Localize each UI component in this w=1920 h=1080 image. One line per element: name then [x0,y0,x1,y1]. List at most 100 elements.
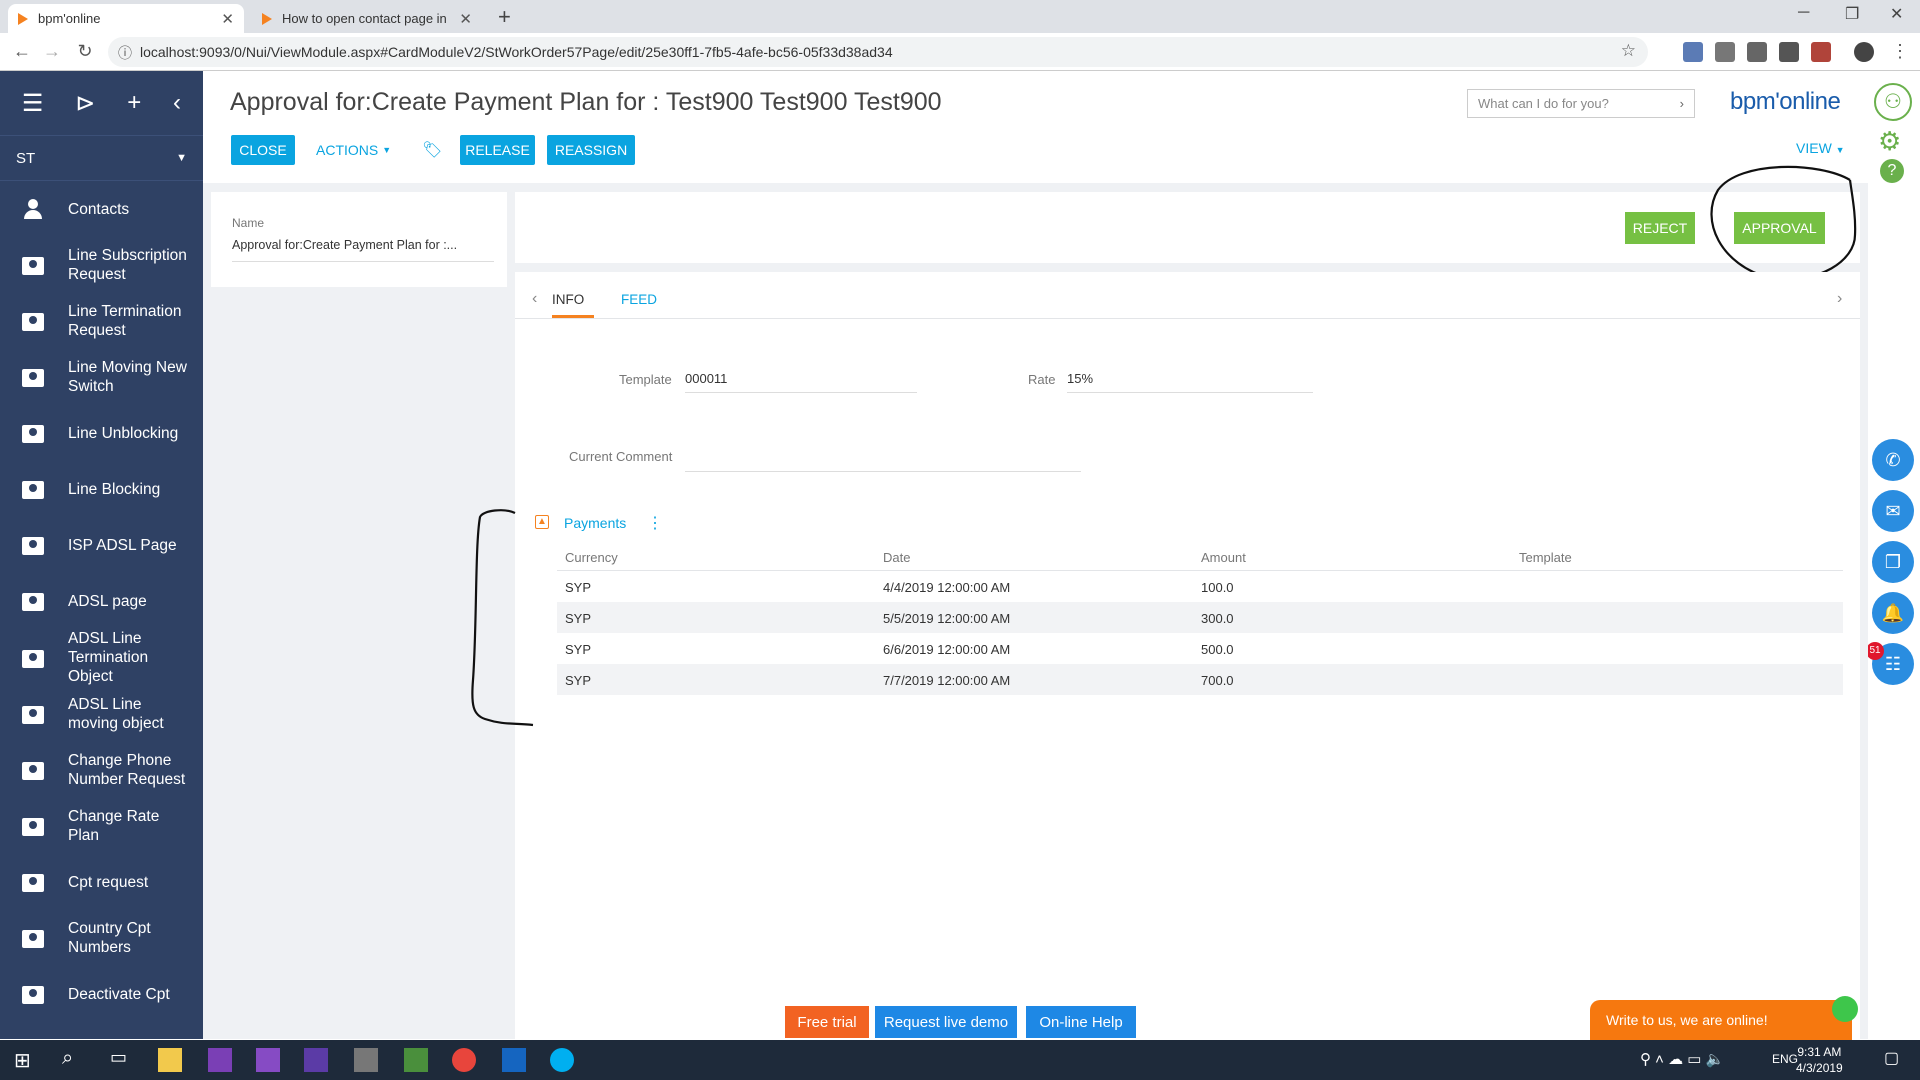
column-header-date[interactable]: Date [883,550,910,565]
collapse-chevron-icon[interactable]: ‹ [173,89,181,117]
payments-detail-title[interactable]: Payments [564,515,626,531]
tabs-scroll-left-icon[interactable]: ‹ [532,290,537,308]
online-help-button[interactable]: On-line Help [1026,1006,1136,1038]
sidebar-item[interactable]: ADSL page [0,573,203,629]
sidebar-item[interactable]: ADSL Line moving object [0,686,203,742]
sidebar-item[interactable]: Deactivate Cpt [0,966,203,1022]
bookmark-star-icon[interactable]: ☆ [1621,41,1636,61]
browser-tab-bpmonline[interactable]: bpm'online ✕ [8,4,244,33]
close-tab-icon[interactable]: ✕ [221,10,234,28]
reassign-button[interactable]: REASSIGN [547,135,635,165]
browser-tab-help[interactable]: How to open contact page in Edi ✕ [252,4,482,33]
add-icon[interactable]: + [127,89,141,117]
url-field[interactable]: ⓘ localhost:9093/0/Nui/ViewModule.aspx#C… [108,37,1648,67]
onenote-icon[interactable] [208,1048,232,1072]
hamburger-menu-icon[interactable]: ☰ [22,89,44,118]
command-line-input[interactable]: What can I do for you? › [1467,89,1695,118]
view-dropdown[interactable]: VIEW ▼ [1796,140,1845,156]
sidebar-item[interactable]: Change Phone Number Request [0,742,203,798]
template-field[interactable]: 000011 [685,371,917,393]
rate-field[interactable]: 15% [1067,371,1313,393]
sidebar-item-label: ISP ADSL Page [68,536,177,554]
release-button[interactable]: RELEASE [460,135,535,165]
table-row[interactable]: SYP 5/5/2019 12:00:00 AM 300.0 [557,602,1843,633]
reject-button[interactable]: REJECT [1625,212,1695,244]
sidebar-item[interactable]: Contacts [0,181,203,237]
bell-notification-icon[interactable]: 🔔 [1872,592,1914,634]
extension-icon[interactable] [1715,42,1735,62]
request-demo-button[interactable]: Request live demo [875,1006,1017,1038]
close-window-icon[interactable]: ✕ [1890,4,1903,24]
table-row[interactable]: SYP 4/4/2019 12:00:00 AM 100.0 [557,571,1843,602]
sidebar-item[interactable]: Line Moving New Switch [0,349,203,405]
visual-studio-code-icon[interactable] [304,1048,328,1072]
close-button[interactable]: CLOSE [231,135,295,165]
extension-icon[interactable] [1747,42,1767,62]
tabs-scroll-right-icon[interactable]: › [1837,290,1842,308]
sidebar-item[interactable]: Line Blocking [0,461,203,517]
phone-icon[interactable]: ✆ [1872,439,1914,481]
sidebar-item[interactable]: Country Cpt Numbers [0,910,203,966]
extension-icon[interactable] [1779,42,1799,62]
table-cell: 500.0 [1201,642,1234,657]
action-center-icon[interactable]: ▢ [1884,1048,1899,1068]
column-header-template[interactable]: Template [1519,550,1572,565]
workspace-select[interactable]: ST ▼ [0,135,203,181]
extension-icon[interactable] [1683,42,1703,62]
extension-icon[interactable] [1811,42,1831,62]
info-icon[interactable]: ⓘ [118,43,132,63]
system-clock[interactable]: 9:31 AM 4/3/2019 [1796,1044,1843,1076]
online-chat-widget[interactable]: Write to us, we are online! [1590,996,1858,1040]
sidebar-item[interactable]: Line Termination Request [0,293,203,349]
forward-arrow-icon[interactable]: → [40,41,64,62]
outlook-icon[interactable] [502,1048,526,1072]
chrome-icon[interactable] [452,1048,476,1072]
restore-window-icon[interactable]: ❐ [1845,4,1859,24]
detail-menu-icon[interactable]: ⋮ [647,513,663,533]
tag-icon[interactable]: 🏷 [422,140,442,160]
system-tray-icons[interactable]: ⚲ ˄ ☁ ▭ 🔈 [1640,1050,1724,1068]
task-view-icon[interactable]: ▭ [110,1047,127,1068]
tab-info[interactable]: INFO [552,292,584,307]
settings-gear-icon[interactable]: ⚙ [1878,126,1901,157]
user-profile-icon[interactable]: ⚇ [1874,83,1912,121]
table-cell: 700.0 [1201,673,1234,688]
file-explorer-icon[interactable] [158,1048,182,1072]
visual-studio-icon[interactable] [256,1048,280,1072]
table-row[interactable]: SYP 7/7/2019 12:00:00 AM 700.0 [557,664,1843,695]
skype-icon[interactable] [550,1048,574,1072]
help-question-icon[interactable]: ? [1880,159,1904,183]
free-trial-button[interactable]: Free trial [785,1006,869,1038]
search-icon[interactable]: ⌕ [62,1047,73,1070]
sidebar-item[interactable]: Cpt request [0,854,203,910]
windows-start-icon[interactable]: ⊞ [14,1048,31,1073]
new-tab-icon[interactable]: + [498,4,511,30]
sidebar-item[interactable]: Deactivate Pabx [0,1022,203,1039]
sidebar-item[interactable]: Line Unblocking [0,405,203,461]
actions-dropdown[interactable]: ACTIONS ▼ [316,135,391,165]
browser-menu-icon[interactable]: ⋮ [1888,41,1912,62]
sidebar-item[interactable]: ADSL Line Termination Object [0,629,203,686]
sidebar-item[interactable]: ISP ADSL Page [0,517,203,573]
minimize-window-icon[interactable]: ─ [1798,4,1809,22]
sidebar-item[interactable]: Line Subscription Request [0,237,203,293]
tools-app-icon[interactable] [354,1048,378,1072]
chat-bubbles-icon[interactable]: ❐ [1872,541,1914,583]
chevron-right-icon[interactable]: › [1680,96,1684,111]
close-tab-icon[interactable]: ✕ [459,10,472,28]
reload-icon[interactable]: ↻ [73,41,97,62]
column-header-currency[interactable]: Currency [565,550,618,565]
tab-feed[interactable]: FEED [621,292,657,307]
column-header-amount[interactable]: Amount [1201,550,1246,565]
language-indicator[interactable]: ENG [1772,1052,1798,1066]
sidebar-item[interactable]: Change Rate Plan [0,798,203,854]
email-icon[interactable]: ✉ [1872,490,1914,532]
name-field[interactable]: Approval for:Create Payment Plan for :..… [232,238,494,262]
back-arrow-icon[interactable]: ← [10,41,34,62]
run-process-icon[interactable]: ⊳ [75,89,95,118]
profile-avatar-icon[interactable] [1854,42,1874,62]
table-row[interactable]: SYP 6/6/2019 12:00:00 AM 500.0 [557,633,1843,664]
actions-label: ACTIONS [316,142,379,158]
current-comment-field[interactable] [685,442,1081,472]
app-icon[interactable] [404,1048,428,1072]
